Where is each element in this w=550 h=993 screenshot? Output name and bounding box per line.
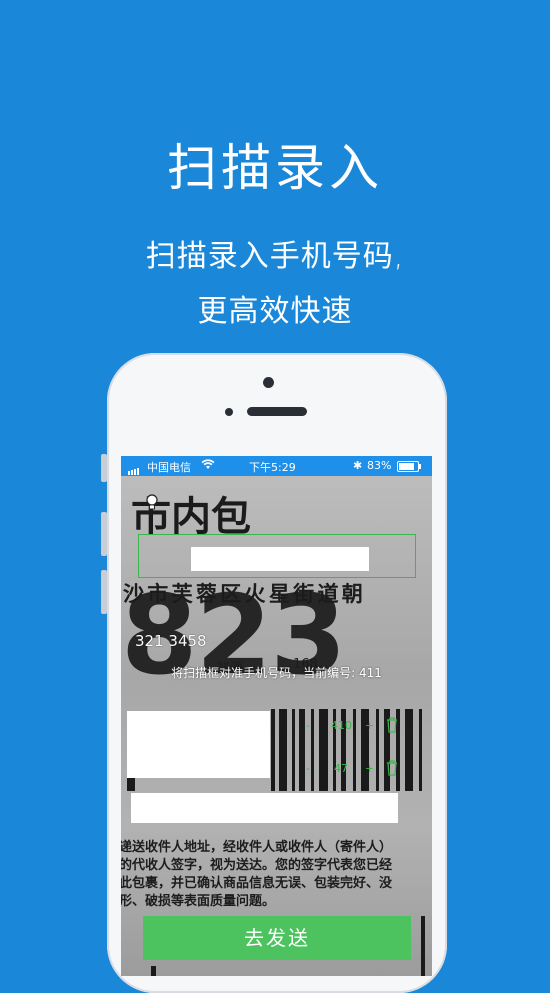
headline: 扫描录入 bbox=[167, 139, 383, 197]
number-row: - 410 + bbox=[121, 717, 432, 736]
status-time: 下午5:29 bbox=[249, 461, 296, 474]
terms-line-3: 此包裹，并已确认商品信息无误、包装完好、没 bbox=[121, 876, 393, 891]
subline-1: 扫描录入手机号码, bbox=[145, 239, 405, 274]
status-bar: 中国电信 下午5:29 ✱ 83% bbox=[121, 456, 432, 476]
terms-line-1: 递送收件人地址，经收件人或收件人（寄件人） bbox=[121, 840, 393, 855]
signal-icon bbox=[128, 462, 140, 475]
subline-2: 更高效快速 bbox=[197, 294, 353, 329]
trash-icon[interactable] bbox=[386, 760, 398, 779]
sensor-icon bbox=[225, 408, 233, 416]
phone-screen: 中国电信 下午5:29 ✱ 83% 市内包 沙 市 芙 蓉 区 火 星 街 道 … bbox=[121, 456, 432, 976]
terms-line-4: 形、破损等表面质量问题。 bbox=[121, 894, 276, 909]
minus-button[interactable]: - bbox=[306, 719, 310, 732]
plus-button[interactable]: + bbox=[365, 762, 374, 775]
battery-icon bbox=[397, 461, 421, 472]
phone-side-button bbox=[101, 512, 107, 556]
carrier-label: 中国电信 bbox=[147, 461, 191, 474]
row-number: 47 bbox=[334, 762, 348, 775]
redacted-box bbox=[131, 793, 398, 823]
front-camera-icon bbox=[263, 377, 274, 388]
scan-hint: 将扫描框对准手机号码，当前编号: 411 bbox=[171, 666, 382, 680]
barcode-bar bbox=[421, 916, 425, 976]
bluetooth-icon: ✱ bbox=[353, 459, 363, 472]
waybill-phone-fragment: 321 3458 bbox=[135, 632, 207, 650]
flashlight-icon[interactable] bbox=[145, 494, 159, 512]
scan-frame bbox=[138, 534, 416, 578]
minus-button[interactable]: - bbox=[306, 762, 310, 775]
number-row: - 47 + bbox=[121, 760, 432, 779]
battery-percent: 83% bbox=[367, 459, 392, 472]
phone-side-button bbox=[101, 570, 107, 614]
wifi-icon bbox=[201, 459, 215, 473]
phone-side-button bbox=[101, 454, 107, 482]
send-button[interactable]: 去发送 bbox=[143, 916, 411, 960]
speaker-icon bbox=[247, 407, 307, 416]
row-number: 410 bbox=[331, 719, 352, 732]
trash-icon[interactable] bbox=[386, 717, 398, 736]
terms-line-2: 的代收人签字，视为送达。您的签字代表您已经 bbox=[121, 858, 393, 873]
plus-button[interactable]: + bbox=[365, 719, 374, 732]
barcode-bar bbox=[151, 966, 156, 976]
